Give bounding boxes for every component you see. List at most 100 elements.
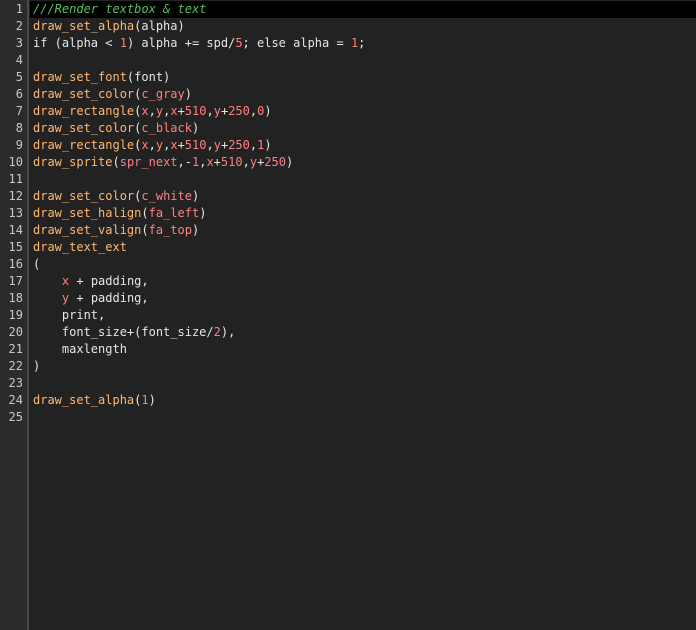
code-token-num: 2 (213, 325, 221, 339)
line-number: 17 (8, 274, 23, 288)
code-line[interactable]: draw_rectangle(x,y,x+510,y+250,0) (33, 103, 696, 120)
code-token-plain: ) (184, 87, 192, 101)
code-token-var: y (155, 104, 164, 118)
line-number: 9 (15, 138, 23, 152)
code-token-const: c_black (141, 121, 192, 135)
code-token-fn: draw_set_halign (33, 206, 142, 220)
code-line[interactable]: draw_set_halign(fa_left) (33, 205, 696, 222)
code-line[interactable]: ( (33, 256, 696, 273)
code-line[interactable]: draw_sprite(spr_next,-1,x+510,y+250) (33, 154, 696, 171)
code-token-var: x (170, 138, 178, 152)
code-token-num: 510 (184, 104, 207, 118)
line-number: 15 (8, 240, 23, 254)
code-line[interactable]: draw_text_ext (33, 239, 696, 256)
code-token-var: x (206, 155, 214, 169)
code-line[interactable]: if (alpha < 1) alpha += spd/5; else alph… (33, 35, 696, 52)
code-token-fn: draw_set_font (33, 70, 127, 84)
code-token-num: 250 (264, 155, 286, 169)
code-token-plain: maxlength (33, 342, 127, 356)
code-token-plain: (alpha) (134, 19, 185, 33)
code-token-fn: draw_rectangle (33, 104, 135, 118)
code-token-plain: + (213, 155, 221, 169)
line-number: 8 (15, 121, 23, 135)
code-token-plain: ), (220, 325, 236, 339)
code-token-num: 1 (141, 393, 149, 407)
code-token-plain: , (206, 138, 214, 152)
code-token-fn: draw_sprite (33, 155, 113, 169)
code-token-plain: ) (191, 189, 200, 203)
code-token-plain: + (177, 138, 185, 152)
code-token-plain: ( (141, 223, 149, 237)
line-number: 25 (8, 410, 23, 424)
code-token-plain: , (148, 138, 156, 152)
code-token-fn: draw_text_ext (33, 240, 127, 254)
code-token-plain: ) (285, 155, 294, 169)
code-line[interactable]: draw_set_color(c_black) (33, 120, 696, 137)
line-number: 7 (15, 104, 23, 118)
code-token-num: 510 (220, 155, 243, 169)
line-number: 10 (8, 155, 23, 169)
code-line[interactable] (33, 409, 696, 426)
code-editor[interactable]: 1 2 3 4 5 6 7 8 9 10 11 12 13 14 15 16 17 18 19 20 21 22 23 24 2… (0, 0, 696, 630)
line-number: 16 (8, 257, 23, 271)
line-number: 12 (8, 189, 23, 203)
code-line[interactable]: x + padding, (33, 273, 696, 290)
line-number: 11 (8, 172, 23, 186)
line-number: 14 (8, 223, 23, 237)
code-token-kw: if (33, 36, 48, 50)
code-token-var: y (213, 138, 221, 152)
code-line[interactable]: font_size+(font_size/2), (33, 324, 696, 341)
code-token-fn: draw_set_color (33, 189, 135, 203)
line-number-gutter: 1 2 3 4 5 6 7 8 9 10 11 12 13 14 15 16 17 18 19 20 21 22 23 24 2… (0, 0, 29, 630)
code-token-fn: draw_set_valign (33, 223, 142, 237)
code-token-var: y (155, 138, 164, 152)
code-token-plain: ) (264, 138, 272, 152)
code-token-plain: , (242, 155, 250, 169)
code-line[interactable]: draw_set_color(c_gray) (33, 86, 696, 103)
line-number: 13 (8, 206, 23, 220)
code-token-fn: draw_set_alpha (33, 393, 135, 407)
code-line[interactable]: draw_set_alpha(alpha) (33, 18, 696, 35)
code-line[interactable]: draw_set_alpha(1) (33, 392, 696, 409)
code-line[interactable] (33, 171, 696, 188)
code-token-num: 250 (228, 138, 250, 152)
code-line[interactable]: draw_rectangle(x,y,x+510,y+250,1) (33, 137, 696, 154)
code-line[interactable]: draw_set_valign(fa_top) (33, 222, 696, 239)
code-line[interactable]: y + padding, (33, 290, 696, 307)
code-token-var: x (141, 104, 149, 118)
code-line[interactable]: ///Render textbox & text (30, 1, 696, 18)
code-token-fn: draw_set_alpha (33, 19, 135, 33)
line-number: 3 (15, 36, 23, 50)
code-token-var: x (141, 138, 149, 152)
line-number: 21 (8, 342, 23, 356)
line-number: 22 (8, 359, 23, 373)
code-token-comment: ///Render textbox & text (33, 2, 207, 16)
code-line[interactable]: ) (33, 358, 696, 375)
code-token-const: fa_left (148, 206, 200, 220)
code-line[interactable]: maxlength (33, 341, 696, 358)
code-line[interactable]: draw_set_color(c_white) (33, 188, 696, 205)
code-token-num: 510 (184, 138, 207, 152)
code-token-num: 5 (235, 36, 243, 50)
code-token-plain: ; (242, 36, 257, 50)
code-token-plain: (font) (126, 70, 171, 84)
code-token-plain: ) (148, 393, 156, 407)
code-line[interactable] (33, 52, 696, 69)
code-token-const: fa_top (148, 223, 192, 237)
code-token-const: c_white (141, 189, 192, 203)
code-line[interactable]: draw_set_font(font) (33, 69, 696, 86)
code-token-plain: + padding, (69, 274, 149, 288)
line-number: 6 (15, 87, 23, 101)
code-token-const: spr_next (119, 155, 178, 169)
code-token-var: x (170, 104, 178, 118)
code-token-var: y (249, 155, 258, 169)
code-line[interactable] (33, 375, 696, 392)
code-area[interactable]: ///Render textbox & text draw_set_alpha(a… (30, 1, 696, 426)
code-token-plain: ( (141, 206, 149, 220)
code-line[interactable]: print, (33, 307, 696, 324)
code-token-var: y (213, 104, 221, 118)
code-token-fn: draw_rectangle (33, 138, 135, 152)
code-token-plain: ) (191, 223, 200, 237)
code-token-plain: + (177, 104, 185, 118)
